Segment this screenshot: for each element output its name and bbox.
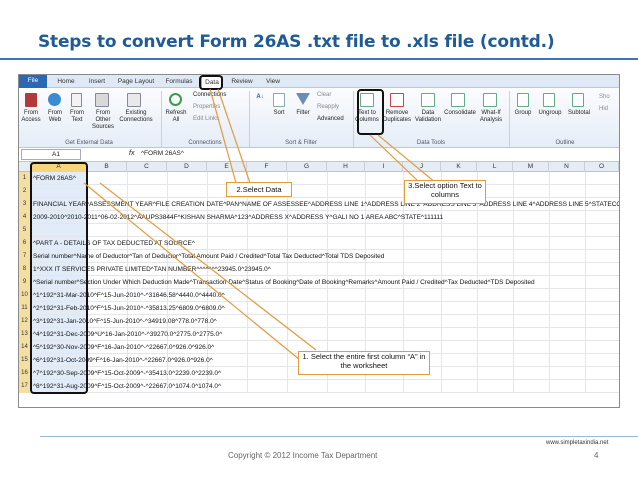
footer-divider: [40, 436, 638, 437]
callout-select-column: 1. Select the entire first column “A” in…: [298, 351, 430, 375]
callout-connectors: [83, 88, 437, 361]
website-label: www.simpletaxindia.net: [546, 440, 609, 446]
page-number: 4: [594, 451, 599, 460]
copyright: Copyright © 2012 Income Tax Department: [228, 451, 378, 460]
callout-select-data: 2.Select Data: [226, 182, 292, 197]
callout-text-to-columns: 3.Select option Text to columns: [404, 180, 486, 204]
